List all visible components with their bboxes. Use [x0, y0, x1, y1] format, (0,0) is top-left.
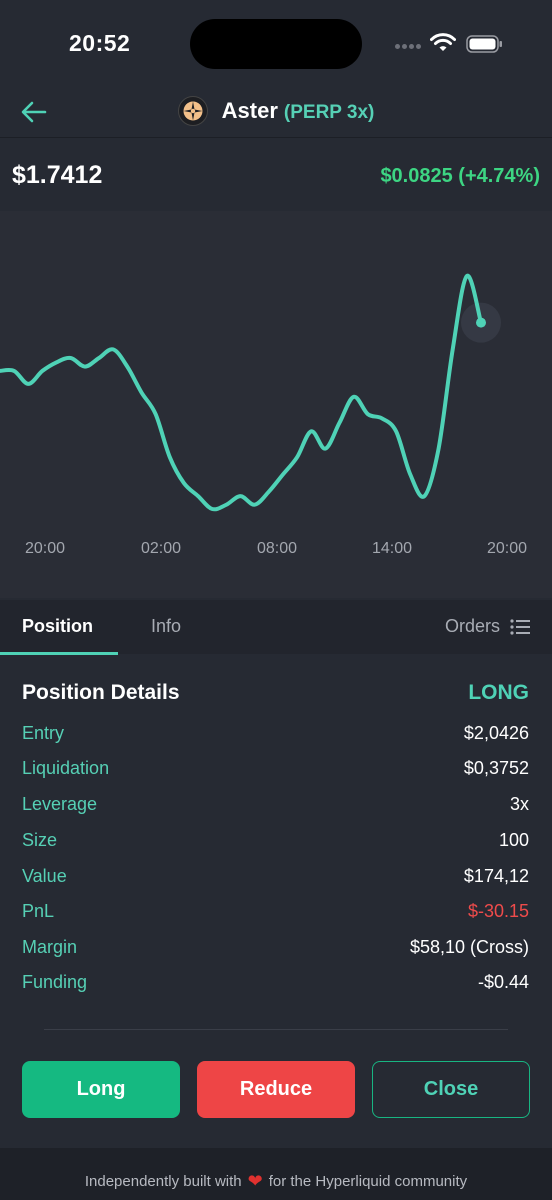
divider	[44, 1029, 508, 1030]
token-market-type: (PERP 3x)	[283, 102, 375, 123]
detail-row-pnl: PnL $-30.15	[22, 901, 529, 925]
price-row: $1.7412 $0.0825 (+4.74%)	[0, 139, 552, 211]
close-button[interactable]: Close	[372, 1061, 530, 1118]
price-change: $0.0825 (+4.74%)	[380, 165, 540, 187]
detail-row-liquidation: Liquidation $0,3752	[22, 758, 529, 782]
detail-value: 100	[498, 830, 529, 850]
x-tick-label: 02:00	[141, 540, 181, 557]
detail-label: Funding	[22, 972, 88, 992]
detail-row-leverage: Leverage 3x	[22, 794, 529, 818]
detail-row-entry: Entry $2,0426	[22, 723, 529, 747]
footer-text-before: Independently built with	[84, 1172, 242, 1190]
heart-icon: ❤	[247, 1170, 263, 1191]
header: Aster (PERP 3x)	[0, 90, 552, 138]
dynamic-island	[190, 19, 362, 69]
detail-label: Leverage	[22, 794, 98, 814]
detail-value: $174,12	[463, 866, 529, 886]
x-tick-label: 14:00	[372, 540, 412, 557]
header-title-group: Aster (PERP 3x)	[0, 96, 552, 126]
detail-row-margin: Margin $58,10 (Cross)	[22, 937, 529, 961]
detail-label: Liquidation	[22, 758, 110, 778]
detail-row-size: Size 100	[22, 830, 529, 854]
footer: Independently built with ❤ for the Hyper…	[0, 1148, 552, 1200]
price-series-line	[0, 273, 483, 512]
x-tick-label: 20:00	[487, 540, 527, 557]
signal-icon	[395, 44, 423, 50]
detail-value: $58,10 (Cross)	[409, 937, 529, 957]
token-title: Aster	[221, 98, 278, 123]
x-tick-label: 08:00	[257, 540, 297, 557]
list-icon	[510, 618, 530, 635]
current-price: $1.7412	[12, 161, 103, 189]
position-details-title: Position Details	[22, 681, 180, 704]
reduce-button[interactable]: Reduce	[197, 1061, 355, 1118]
footer-text-after: for the Hyperliquid community	[268, 1172, 468, 1190]
battery-icon	[466, 35, 502, 53]
detail-row-funding: Funding -$0.44	[22, 972, 529, 996]
token-name: Aster (PERP 3x)	[222, 98, 375, 124]
status-time: 20:52	[69, 30, 131, 56]
detail-label: Size	[22, 830, 58, 850]
detail-value: 3x	[509, 794, 529, 814]
detail-value: $2,0426	[463, 723, 529, 743]
aster-logo-icon	[177, 96, 208, 126]
position-side-badge: LONG	[468, 681, 529, 704]
wifi-icon	[430, 33, 456, 51]
detail-value: $0,3752	[463, 758, 529, 778]
price-chart-svg[interactable]: 20:00 02:00 08:00 14:00 20:00	[0, 211, 552, 598]
status-bar: 20:52	[0, 0, 552, 90]
detail-label: Entry	[22, 723, 65, 743]
x-tick-label: 20:00	[25, 540, 65, 557]
tab-orders[interactable]: Orders	[445, 616, 530, 637]
detail-label: Margin	[22, 937, 78, 957]
detail-label: PnL	[22, 901, 55, 921]
detail-row-value: Value $174,12	[22, 866, 529, 890]
tab-position[interactable]: Position	[22, 616, 93, 637]
detail-value: -$0.44	[477, 972, 529, 992]
tab-info[interactable]: Info	[151, 616, 181, 637]
detail-label: Value	[22, 866, 67, 886]
current-point	[476, 317, 486, 328]
detail-value-pnl: $-30.15	[467, 901, 529, 921]
long-button[interactable]: Long	[22, 1061, 180, 1118]
position-details-panel: Position Details LONG Entry $2,0426 Liqu…	[0, 655, 552, 1148]
price-chart[interactable]: 20:00 02:00 08:00 14:00 20:00	[0, 211, 552, 598]
tab-orders-label: Orders	[444, 616, 500, 636]
tab-bar: Position Info Orders	[0, 600, 552, 654]
